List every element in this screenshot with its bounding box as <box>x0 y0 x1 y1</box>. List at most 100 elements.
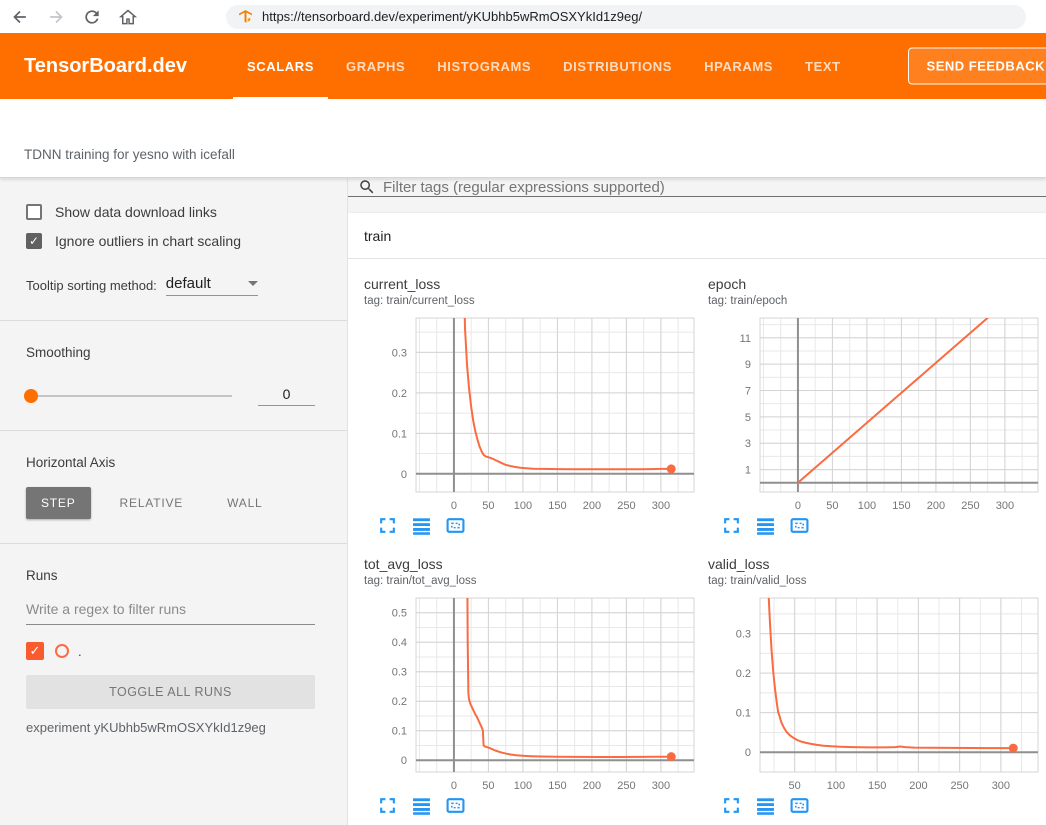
brand-logo[interactable]: TensorBoard.dev <box>24 55 187 78</box>
search-icon <box>358 178 376 196</box>
line-chart[interactable]: 00.10.20.350100150200250300 <box>708 594 1040 794</box>
svg-text:0.5: 0.5 <box>392 608 407 620</box>
log-scale-icon[interactable] <box>756 516 775 535</box>
settings-sidebar: Show data download links ✓ Ignore outlie… <box>0 178 348 825</box>
app-header: TensorBoard.dev SCALARS GRAPHS HISTOGRAM… <box>0 33 1046 99</box>
svg-text:250: 250 <box>950 780 968 792</box>
send-feedback-button[interactable]: SEND FEEDBACK <box>908 48 1046 85</box>
svg-text:50: 50 <box>482 780 494 792</box>
tooltip-sorting-select[interactable]: default <box>166 275 258 296</box>
chart-tile-tot-avg-loss: tot_avg_loss tag: train/tot_avg_loss 0 0.… <box>364 555 696 815</box>
smoothing-slider[interactable] <box>26 395 232 397</box>
run-list-item[interactable]: ✓ . <box>26 642 315 660</box>
axis-relative-button[interactable]: RELATIVE <box>105 487 199 519</box>
expand-chart-icon[interactable] <box>378 796 397 815</box>
run-checkbox-checked-icon[interactable]: ✓ <box>26 642 44 660</box>
fit-domain-icon[interactable] <box>446 796 465 815</box>
svg-text:200: 200 <box>909 780 927 792</box>
back-icon[interactable] <box>10 7 30 27</box>
svg-text:200: 200 <box>927 500 945 512</box>
svg-text:50: 50 <box>826 500 838 512</box>
axis-step-button[interactable]: STEP <box>26 487 91 519</box>
chart-title: tot_avg_loss <box>364 555 696 573</box>
checkbox-checked-icon[interactable]: ✓ <box>26 233 42 249</box>
chart-title: current_loss <box>364 275 696 293</box>
fit-domain-icon[interactable] <box>446 516 465 535</box>
checkbox-unchecked-icon[interactable] <box>26 204 42 220</box>
checkbox-label: Ignore outliers in chart scaling <box>55 233 241 249</box>
fit-domain-icon[interactable] <box>790 796 809 815</box>
chart-toolbar <box>378 516 696 535</box>
svg-text:0: 0 <box>401 755 407 767</box>
svg-text:11: 11 <box>740 333 751 345</box>
tab-scalars[interactable]: SCALARS <box>231 33 330 99</box>
svg-text:0: 0 <box>451 780 457 792</box>
line-chart[interactable]: 00.10.20.30.40.5050100150200250300 <box>364 594 696 794</box>
slider-thumb[interactable] <box>24 389 38 403</box>
tab-hparams[interactable]: HPARAMS <box>688 33 789 99</box>
svg-text:100: 100 <box>827 780 845 792</box>
expand-chart-icon[interactable] <box>722 516 741 535</box>
svg-text:50: 50 <box>482 500 494 512</box>
tag-filter-input[interactable] <box>383 179 1046 196</box>
svg-text:150: 150 <box>868 780 886 792</box>
ignore-outliers-checkbox[interactable]: ✓ Ignore outliers in chart scaling <box>26 233 315 249</box>
log-scale-icon[interactable] <box>756 796 775 815</box>
chart-title: epoch <box>708 275 1040 293</box>
runs-filter-input[interactable] <box>26 601 315 625</box>
svg-text:200: 200 <box>583 500 601 512</box>
svg-text:50: 50 <box>789 780 801 792</box>
horizontal-axis-label: Horizontal Axis <box>26 455 315 470</box>
reload-icon[interactable] <box>82 7 102 27</box>
general-settings-section: Show data download links ✓ Ignore outlie… <box>0 204 347 320</box>
svg-text:100: 100 <box>514 780 532 792</box>
chart-toolbar <box>378 796 696 815</box>
svg-text:0: 0 <box>451 500 457 512</box>
chart-tag: tag: train/tot_avg_loss <box>364 574 696 589</box>
checkbox-label: Show data download links <box>55 204 217 220</box>
svg-text:0.1: 0.1 <box>736 708 751 720</box>
log-scale-icon[interactable] <box>412 516 431 535</box>
subheader: TDNN training for yesno with icefall <box>0 99 1046 178</box>
line-chart[interactable]: 00.10.20.3050100150200250300 <box>364 314 696 514</box>
svg-text:0.3: 0.3 <box>392 667 407 679</box>
svg-text:0.2: 0.2 <box>736 668 751 680</box>
svg-text:7: 7 <box>745 386 751 398</box>
log-scale-icon[interactable] <box>412 796 431 815</box>
run-color-swatch-icon <box>55 644 69 658</box>
chart-tag: tag: train/valid_loss <box>708 574 1040 589</box>
axis-wall-button[interactable]: WALL <box>212 487 277 519</box>
scalars-dashboard: train current_loss tag: train/current_lo… <box>348 178 1046 825</box>
experiment-id: experiment yKUbhb5wRmOSXYkId1z9eg <box>26 720 315 735</box>
chart-title: valid_loss <box>708 555 1040 573</box>
runs-section: Runs ✓ . TOGGLE ALL RUNS experiment yKUb… <box>0 543 347 759</box>
fit-domain-icon[interactable] <box>790 516 809 535</box>
chart-tile-current-loss: current_loss tag: train/current_loss 0 0.… <box>364 275 696 535</box>
svg-text:150: 150 <box>892 500 910 512</box>
browser-toolbar: https://tensorboard.dev/experiment/yKUbh… <box>0 0 1046 33</box>
tab-graphs[interactable]: GRAPHS <box>330 33 421 99</box>
chart-tag: tag: train/current_loss <box>364 294 696 309</box>
expand-chart-icon[interactable] <box>722 796 741 815</box>
expand-chart-icon[interactable] <box>378 516 397 535</box>
home-icon[interactable] <box>118 7 138 27</box>
tab-text[interactable]: TEXT <box>789 33 857 99</box>
svg-text:0.2: 0.2 <box>392 388 407 400</box>
tab-histograms[interactable]: HISTOGRAMS <box>421 33 547 99</box>
tag-group-header[interactable]: train <box>348 213 1046 259</box>
address-bar[interactable]: https://tensorboard.dev/experiment/yKUbh… <box>226 5 1026 29</box>
forward-icon[interactable] <box>46 7 66 27</box>
tag-filter-row <box>348 178 1046 197</box>
line-chart[interactable]: 1357911050100150200250300 <box>708 314 1040 514</box>
smoothing-value-input[interactable]: 0 <box>258 386 315 406</box>
svg-text:100: 100 <box>514 500 532 512</box>
horizontal-axis-section: Horizontal Axis STEP RELATIVE WALL <box>0 430 347 543</box>
smoothing-label: Smoothing <box>26 345 315 360</box>
tab-distributions[interactable]: DISTRIBUTIONS <box>547 33 688 99</box>
smoothing-section: Smoothing 0 <box>0 320 347 430</box>
svg-text:100: 100 <box>858 500 876 512</box>
toggle-all-runs-button[interactable]: TOGGLE ALL RUNS <box>26 675 315 709</box>
svg-text:200: 200 <box>583 780 601 792</box>
show-download-links-checkbox[interactable]: Show data download links <box>26 204 315 220</box>
svg-text:0.4: 0.4 <box>392 637 407 649</box>
